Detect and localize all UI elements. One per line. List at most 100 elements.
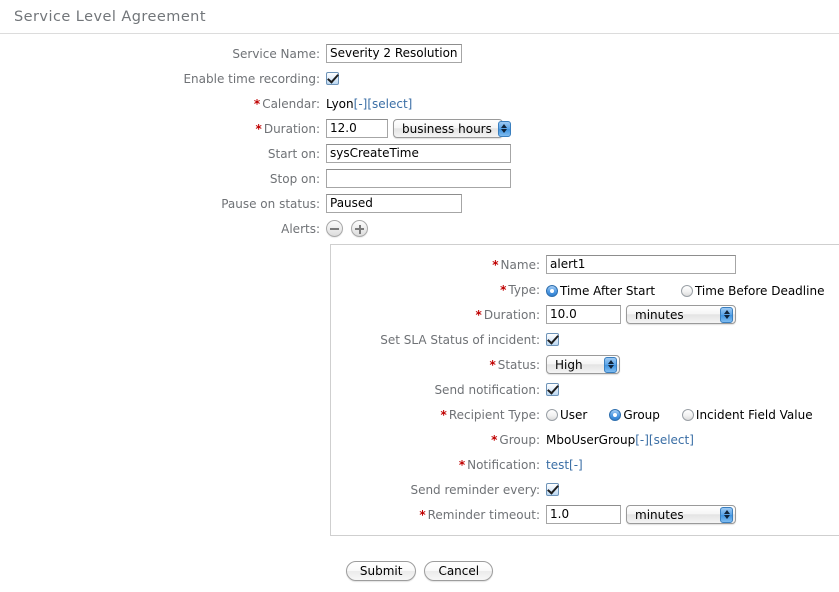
alert-reminder-timeout-label-text: Reminder timeout:: [427, 508, 540, 522]
alerts-controls: [326, 219, 368, 238]
duration-label: * Duration:: [0, 119, 326, 136]
alert-type-option-0-label: Time After Start: [560, 284, 656, 298]
alert-notification-label: * Notification:: [331, 455, 546, 472]
page-header: Service Level Agreement: [0, 0, 839, 34]
radio-selected-icon[interactable]: [546, 285, 558, 297]
start-on-value: [326, 144, 511, 163]
alert-group-label: * Group:: [331, 430, 546, 447]
field-row-duration: *Duration: business hours: [0, 119, 839, 139]
form-button-bar: Submit Cancel: [0, 561, 839, 581]
alert-send-reminder-label: Send reminder every:: [331, 480, 546, 497]
alert-group-label-text: Group:: [499, 433, 540, 447]
pause-on-status-input[interactable]: [326, 194, 462, 213]
alert-recipient-type-option-incident-field-value[interactable]: Incident Field Value: [681, 407, 813, 422]
alert-status-label: * Status:: [331, 355, 546, 372]
alert-name-input[interactable]: [546, 255, 736, 274]
alert-notification-required-marker: *: [458, 458, 466, 472]
alert-field-row-duration: *Duration: minutes: [331, 305, 839, 325]
alert-send-reminder-checkbox[interactable]: [546, 483, 559, 496]
duration-unit-select[interactable]: business hours: [393, 119, 511, 138]
service-name-label-text: Service Name:: [232, 47, 320, 61]
alert-notification-link[interactable]: test[-]: [546, 458, 583, 472]
alert-recipient-type-option-2-label: Incident Field Value: [695, 407, 813, 422]
alert-type-option-time-before-deadline[interactable]: Time Before Deadline: [680, 284, 824, 298]
alert-field-row-recipient-type: * Recipient Type: User Group Incident Fie…: [331, 405, 839, 425]
alert-set-sla-status-label-text: Set SLA Status of incident:: [380, 333, 540, 347]
alert-name-label-text: Name:: [500, 258, 540, 272]
pause-on-status-value: [326, 194, 462, 213]
alert-notification-value: test[-]: [546, 455, 583, 474]
alert-field-row-name: * Name:: [331, 255, 839, 275]
alert-reminder-timeout-input[interactable]: [546, 505, 621, 524]
stop-on-value: [326, 169, 511, 188]
alert-name-required-marker: *: [492, 258, 499, 272]
stop-on-label-text: Stop on:: [269, 172, 320, 186]
alert-duration-value: minutes: [546, 305, 736, 324]
submit-button[interactable]: Submit: [345, 561, 417, 581]
alert-status-select[interactable]: High: [546, 355, 620, 374]
radio-unselected-icon[interactable]: [681, 408, 694, 421]
enable-time-recording-checkbox[interactable]: [326, 72, 339, 85]
alert-group-required-marker: *: [491, 433, 498, 447]
plus-circle-icon[interactable]: [351, 220, 368, 237]
alert-send-notification-value: [546, 380, 559, 399]
alert-set-sla-status-value: [546, 330, 559, 349]
alert-recipient-type-option-0-label: User: [560, 407, 588, 422]
stepper-arrows-icon: [720, 506, 733, 523]
alert-set-sla-status-checkbox[interactable]: [546, 333, 559, 346]
alert-duration-label-text: Duration:: [483, 308, 540, 322]
field-row-start-on: Start on:: [0, 144, 839, 164]
alerts-label-text: Alerts:: [281, 222, 320, 236]
alert-reminder-timeout-label: * Reminder timeout:: [331, 505, 546, 522]
alert-notification-label-text: Notification:: [467, 458, 540, 472]
calendar-required-marker: *: [253, 97, 261, 111]
alert-type-value: Time After Start Time Before Deadline: [546, 280, 824, 300]
alert-duration-input[interactable]: [546, 305, 621, 324]
calendar-value: Lyon [-][select]: [326, 94, 412, 113]
start-on-input[interactable]: [326, 144, 511, 163]
alert-reminder-timeout-unit-select[interactable]: minutes: [626, 505, 736, 524]
service-name-label: Service Name:: [0, 44, 326, 61]
alert-type-option-time-after-start[interactable]: Time After Start: [546, 284, 655, 298]
alert-type-required-marker: *: [500, 283, 507, 297]
alert-group-value: MboUserGroup [-][select]: [546, 430, 694, 449]
alert-detail-panel: *Name: *Type: Time After Start Time Befo…: [330, 244, 839, 536]
alert-recipient-type-required-marker: *: [440, 408, 447, 422]
start-on-label-text: Start on:: [267, 147, 320, 161]
alert-field-row-reminder-timeout: *Reminder timeout: minutes: [331, 505, 839, 525]
radio-selected-icon[interactable]: [609, 408, 622, 421]
alert-send-notification-checkbox[interactable]: [546, 383, 559, 396]
alert-duration-unit-value: minutes: [635, 307, 684, 322]
alert-status-label-text: Status:: [497, 358, 540, 372]
alert-group-select-link[interactable]: [-][select]: [635, 433, 694, 447]
cancel-button[interactable]: Cancel: [424, 561, 494, 581]
alert-status-required-marker: *: [489, 358, 496, 372]
alert-recipient-type-label: * Recipient Type:: [331, 405, 546, 422]
alert-field-row-group: * Group: MboUserGroup [-][select]: [331, 430, 839, 450]
field-row-pause-on-status: Pause on status:: [0, 194, 839, 214]
alert-field-row-notification: * Notification: test[-]: [331, 455, 839, 475]
duration-unit-value: business hours: [402, 121, 492, 136]
field-row-alerts: Alerts:: [0, 219, 839, 239]
alert-recipient-type-option-group[interactable]: Group: [609, 408, 660, 422]
enable-time-recording-label: Enable time recording:: [0, 69, 326, 86]
enable-time-recording-value: [326, 69, 339, 88]
duration-input[interactable]: [326, 119, 388, 138]
calendar-select-link[interactable]: [-][select]: [354, 97, 413, 111]
alert-send-reminder-label-text: Send reminder every:: [410, 483, 540, 497]
alert-status-value: High: [546, 355, 620, 374]
alert-field-row-send-reminder-every: Send reminder every:: [331, 480, 839, 500]
alert-reminder-timeout-unit-value: minutes: [635, 507, 684, 522]
service-name-input[interactable]: [326, 44, 462, 63]
alert-send-reminder-value: [546, 480, 559, 499]
alert-recipient-type-option-user[interactable]: User: [546, 408, 587, 422]
alert-status-select-value: High: [555, 357, 583, 372]
minus-circle-icon[interactable]: [326, 220, 343, 237]
alert-recipient-type-value: User Group Incident Field Value: [546, 405, 813, 424]
stop-on-input[interactable]: [326, 169, 511, 188]
radio-unselected-icon[interactable]: [546, 408, 558, 421]
duration-label-text: Duration:: [263, 122, 320, 136]
duration-value: business hours: [326, 119, 511, 138]
radio-unselected-icon[interactable]: [680, 285, 693, 297]
alert-duration-unit-select[interactable]: minutes: [626, 305, 736, 324]
